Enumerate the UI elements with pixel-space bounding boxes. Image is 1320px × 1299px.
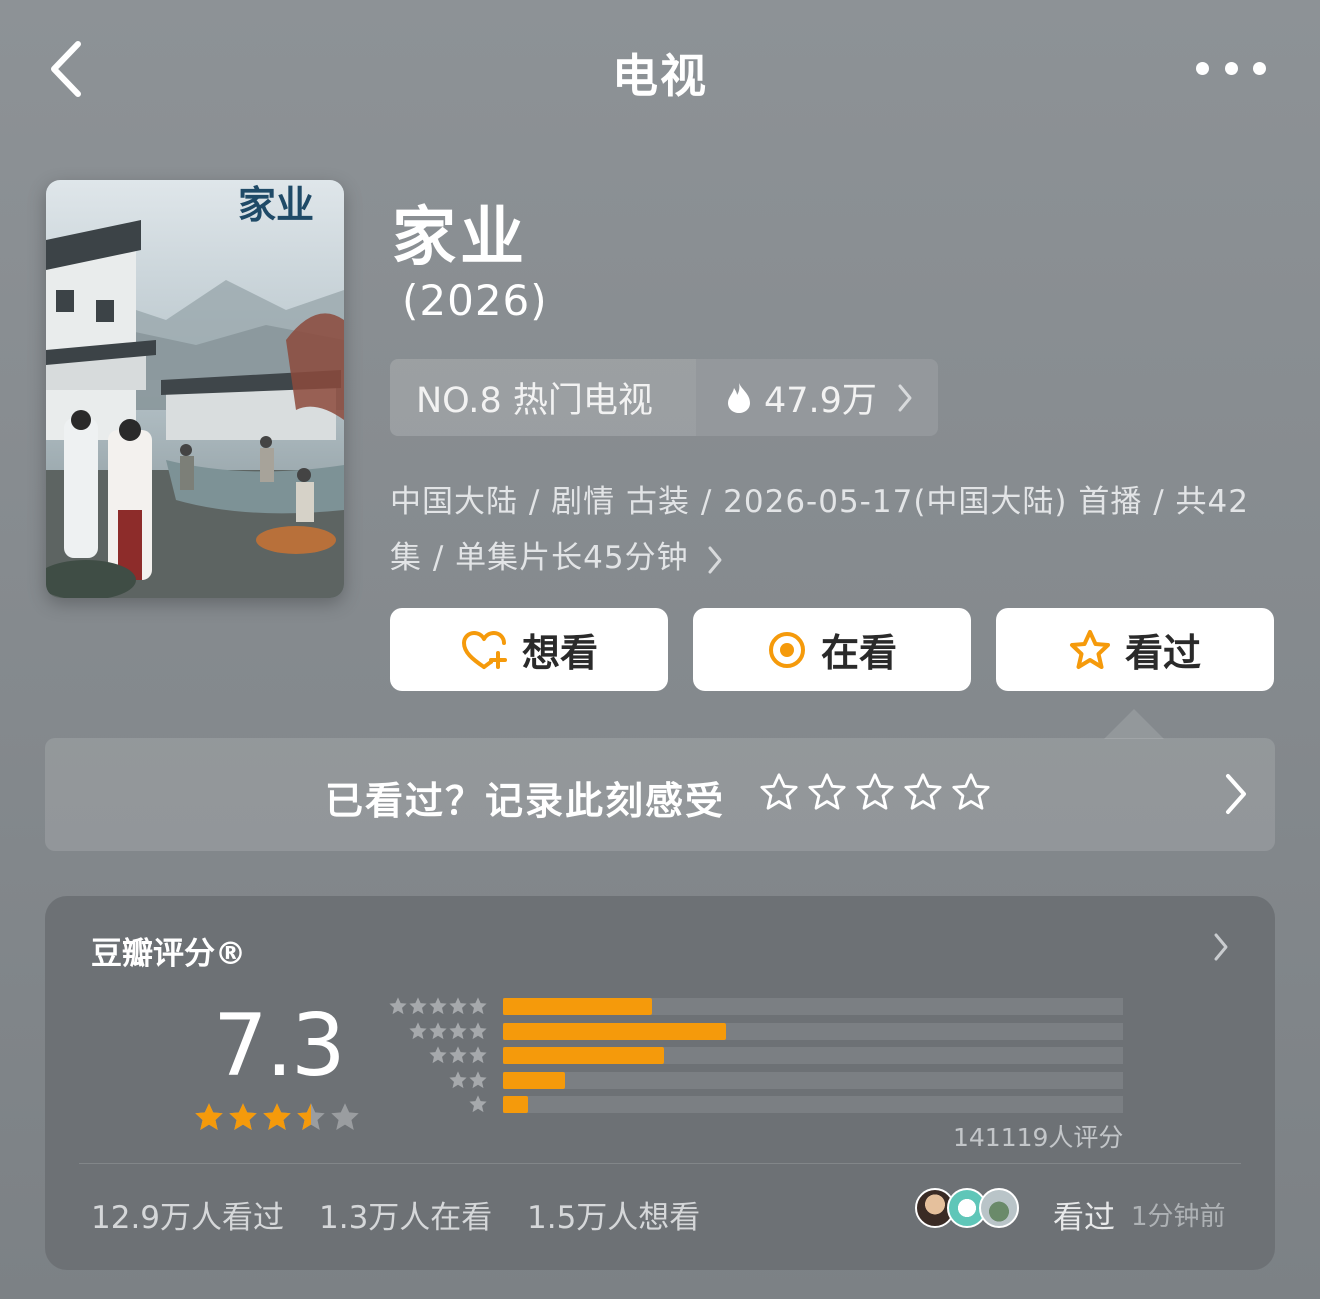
distribution-star-icon [469,997,487,1015]
watched-label: 看过 [1124,631,1201,675]
poster-image[interactable]: 家业 [46,180,344,598]
watched-button[interactable]: 看过 [996,608,1274,691]
page-title: 电视 [612,49,708,103]
watching-button[interactable]: 在看 [693,608,971,691]
chevron-right-icon [1226,774,1246,814]
rating-stars [193,1101,361,1133]
friend-avatars[interactable] [915,1188,1019,1228]
star-icon [195,1103,223,1130]
distribution-bar-5-star [503,998,1123,1015]
divider [79,1163,1241,1164]
empty-rating-stars[interactable] [759,772,991,812]
distribution-bar-3-star [503,1047,1123,1064]
chevron-right-icon[interactable] [1213,932,1229,962]
distribution-bar-2-star [503,1071,1123,1089]
distribution-star-icon [429,997,447,1015]
distribution-star-icon [429,1021,447,1039]
raters-count: 141119人评分 [953,1123,1124,1152]
star-outline-icon[interactable] [855,772,895,812]
distribution-star-icon [449,1070,467,1088]
more-options-button[interactable] [1196,56,1266,80]
star-outline-icon [1069,629,1110,669]
distribution-fill [503,1022,727,1040]
distribution-star-icon [469,1095,487,1113]
target-icon [768,631,805,668]
distribution-fill [503,1071,565,1089]
rating-card[interactable]: 豆瓣评分® 7.3 141119人评分 12.9万人看过 1.3万人在看 1.5… [45,896,1275,1270]
poster-title-text: 家业 [238,182,314,227]
heat-link[interactable]: 47.9万 [696,359,938,436]
friend-activity-time: 1分钟前 [1131,1202,1226,1232]
distribution-bar-4-star [503,1022,1123,1040]
star-icon [331,1103,359,1130]
distribution-star-icon [449,997,467,1015]
chevron-right-icon [708,546,722,573]
star-icon [229,1103,257,1130]
distribution-bar-1-star [503,1096,1123,1113]
show-meta-info[interactable]: 中国大陆 / 剧情 古装 / 2026-05-17(中国大陆) 首播 / 共42… [390,474,1260,586]
distribution-star-icon [469,1046,487,1064]
distribution-fill [503,1096,528,1113]
show-year: (2026) [402,276,548,325]
distribution-star-icon [409,1021,427,1039]
watching-label: 在看 [820,631,897,675]
distribution-star-icon [449,1021,467,1039]
poster-artwork: 家业 [46,180,344,598]
watched-count[interactable]: 12.9万人看过 [91,1192,284,1237]
chevron-right-icon [898,384,912,411]
rating-score: 7.3 [213,996,346,1096]
star-icon [263,1103,291,1130]
more-dot-icon [1196,61,1209,75]
distribution-star-icon [409,997,427,1015]
rate-prompt-bar[interactable]: 已看过？记录此刻感受 [45,738,1275,851]
meta-text: 中国大陆 / 剧情 古装 / 2026-05-17(中国大陆) 首播 / 共42… [390,484,1249,576]
avatar[interactable] [979,1188,1019,1228]
more-dot-icon [1253,61,1266,75]
distribution-star-icon [469,1070,487,1088]
star-outline-icon[interactable] [951,772,991,812]
star-outline-icon[interactable] [759,772,799,812]
rank-badge: NO.8 热门电视 47.9万 [390,359,938,436]
want-label: 想看 [521,631,598,675]
distribution-star-icon [429,1046,447,1064]
distribution-star-icon [389,997,407,1015]
rank-label: NO.8 热门电视 [416,381,653,421]
distribution-fill [503,998,652,1015]
flame-icon [728,382,750,413]
rating-card-title: 豆瓣评分® [91,936,246,972]
want-to-watch-button[interactable]: 想看 [390,608,668,691]
distribution-star-icon [469,1021,487,1039]
more-dot-icon [1224,61,1238,75]
rank-link[interactable]: NO.8 热门电视 [390,359,696,436]
rate-prompt-text: 已看过？记录此刻感受 [325,779,726,823]
tooltip-notch [1104,709,1164,739]
heart-plus-icon [461,630,507,669]
star-outline-icon[interactable] [807,772,847,812]
friend-activity-label: 看过 [1053,1200,1115,1236]
heat-value: 47.9万 [764,381,877,421]
show-title: 家业 [392,201,528,275]
want-count[interactable]: 1.5万人想看 [527,1192,700,1237]
star-icon [297,1103,325,1130]
star-outline-icon[interactable] [903,772,943,812]
watching-count[interactable]: 1.3万人在看 [319,1192,492,1237]
distribution-star-icon [449,1046,467,1064]
distribution-fill [503,1047,665,1064]
